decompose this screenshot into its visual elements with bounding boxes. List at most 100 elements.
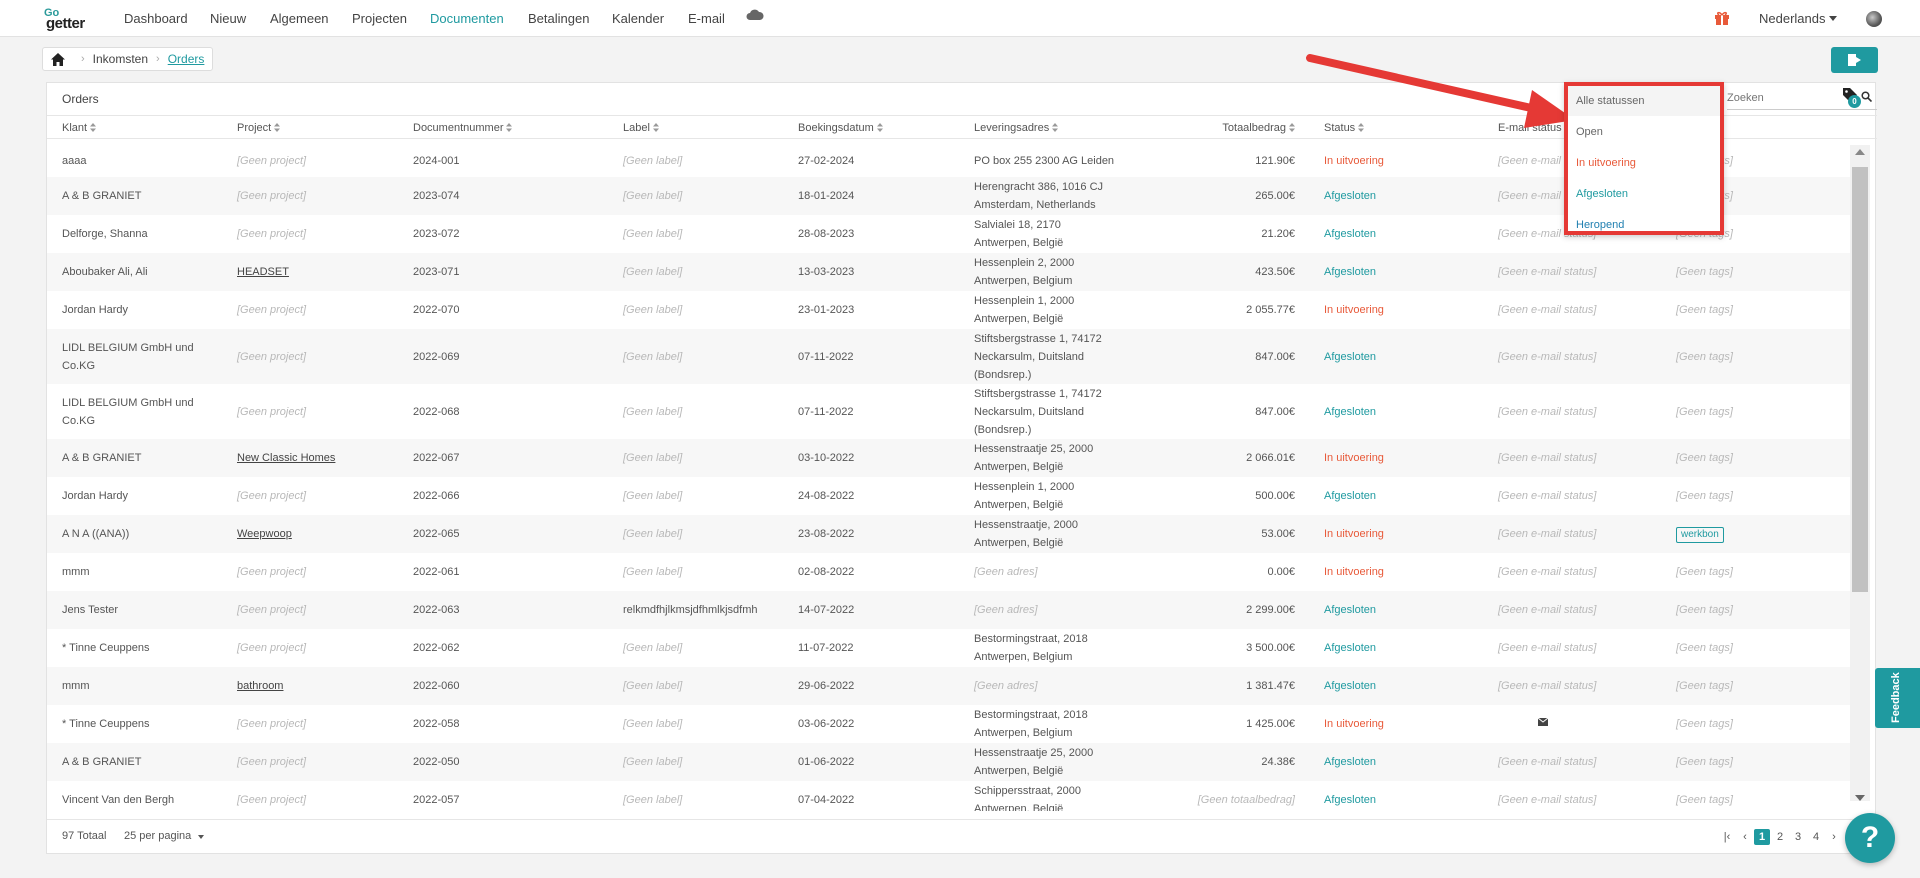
cell-documentnummer: 2024-001: [413, 155, 460, 167]
cell-boekingsdatum: 13-03-2023: [798, 266, 855, 278]
status-option-all[interactable]: Alle statussen: [1568, 86, 1720, 116]
table-row[interactable]: A N A ((ANA)) Weepwoop 2022-065 [Geen label…: [47, 515, 1850, 553]
cell-totaalbedrag: 1 381.47€: [1246, 680, 1295, 692]
next-page-icon[interactable]: ›: [1826, 829, 1842, 845]
cell-status: Afgesloten: [1324, 794, 1376, 806]
breadcrumb-inkomsten[interactable]: Inkomsten: [93, 52, 148, 66]
cell-totaalbedrag: 847.00€: [1255, 405, 1295, 418]
table-row[interactable]: LIDL BELGIUM GmbH und Co.KG [Geen project]…: [47, 384, 1850, 439]
col-header-label[interactable]: Label: [623, 122, 659, 134]
total-count: 97 Totaal: [62, 830, 107, 842]
cell-totaalbedrag: 423.50€: [1255, 266, 1295, 278]
table-row[interactable]: Aboubaker Ali, Ali HEADSET 2023-071 [Geen l…: [47, 253, 1850, 291]
tag-badge-werkbon[interactable]: werkbon: [1676, 527, 1724, 543]
sort-icon[interactable]: [274, 123, 281, 132]
nav-email[interactable]: E-mail: [688, 11, 725, 26]
cell-boekingsdatum: 07-11-2022: [798, 350, 854, 363]
scrollbar-thumb[interactable]: [1852, 167, 1868, 592]
search-input[interactable]: [1727, 88, 1847, 108]
help-button[interactable]: ?: [1845, 813, 1895, 863]
col-header-documentnummer[interactable]: Documentnummer: [413, 122, 513, 134]
breadcrumb-orders[interactable]: Orders: [168, 52, 205, 66]
chevron-right-icon: ›: [156, 53, 160, 65]
gogetter-logo[interactable]: Go getter: [44, 7, 100, 32]
table-row[interactable]: LIDL BELGIUM GmbH und Co.KG [Geen project]…: [47, 329, 1850, 384]
language-selector[interactable]: Nederlands: [1759, 11, 1826, 26]
page-2[interactable]: 2: [1772, 829, 1788, 845]
cell-leveringsadres: Bestormingstraat, 2018 Antwerpen, Belgium: [974, 633, 1088, 663]
page-1[interactable]: 1: [1754, 829, 1770, 845]
per-page-selector[interactable]: 25 per pagina: [124, 830, 191, 842]
nav-projecten[interactable]: Projecten: [352, 11, 407, 26]
nav-nieuw[interactable]: Nieuw: [210, 11, 246, 26]
export-button[interactable]: [1831, 47, 1878, 73]
col-header-boekingsdatum[interactable]: Boekingsdatum: [798, 122, 883, 134]
table-row[interactable]: mmm bathroom 2022-060 [Geen label] 29-06-202…: [47, 667, 1850, 705]
table-row[interactable]: * Tinne Ceuppens [Geen project] 2022-058 [G…: [47, 705, 1850, 743]
cell-label: [Geen label]: [623, 304, 683, 316]
col-header-klant[interactable]: Klant: [62, 122, 97, 134]
page-4[interactable]: 4: [1808, 829, 1824, 845]
status-option-in-progress[interactable]: In uitvoering: [1568, 148, 1720, 178]
cell-label: [Geen label]: [623, 350, 683, 363]
cell-project[interactable]: HEADSET: [237, 263, 289, 281]
nav-documenten[interactable]: Documenten: [430, 11, 504, 26]
cell-leveringsadres: PO box 255 2300 AG Leiden: [974, 155, 1115, 167]
table-row[interactable]: Jens Tester [Geen project] 2022-063 relkmdf…: [47, 591, 1850, 629]
cell-klant: A & B GRANIET: [62, 190, 142, 202]
cell-email-status: [Geen e-mail status]: [1498, 604, 1597, 616]
sort-icon[interactable]: [652, 123, 659, 132]
sort-icon[interactable]: [506, 123, 513, 132]
table-row[interactable]: Jordan Hardy [Geen project] 2022-066 [Geen …: [47, 477, 1850, 515]
table-row[interactable]: A & B GRANIET New Classic Homes 2022-067 [G…: [47, 439, 1850, 477]
cloud-icon[interactable]: [746, 9, 764, 21]
cell-leveringsadres: Hessenstraatje 25, 2000 Antwerpen, België: [974, 747, 1094, 777]
chevron-down-icon[interactable]: [198, 835, 204, 839]
nav-kalender[interactable]: Kalender: [612, 11, 664, 26]
table-row[interactable]: Jordan Hardy [Geen project] 2022-070 [Geen …: [47, 291, 1850, 329]
sort-icon[interactable]: [1052, 123, 1059, 132]
cell-project: [Geen project]: [237, 304, 307, 316]
cell-project[interactable]: New Classic Homes: [237, 449, 335, 467]
scroll-up-icon[interactable]: [1855, 149, 1865, 155]
table-row[interactable]: mmm [Geen project] 2022-061 [Geen label] 02-…: [47, 553, 1850, 591]
cell-klant: * Tinne Ceuppens: [62, 642, 150, 654]
feedback-tab[interactable]: Feedback: [1875, 668, 1920, 728]
cell-project: [Geen project]: [237, 566, 307, 578]
col-header-totaalbedrag[interactable]: Totaalbedrag: [1222, 122, 1295, 134]
scrollbar[interactable]: [1850, 145, 1870, 801]
page-3[interactable]: 3: [1790, 829, 1806, 845]
sort-icon[interactable]: [90, 123, 97, 132]
user-avatar[interactable]: [1866, 11, 1882, 27]
cell-project[interactable]: Weepwoop: [237, 525, 292, 543]
cell-boekingsdatum: 02-08-2022: [798, 566, 855, 578]
search-icon[interactable]: [1861, 91, 1872, 102]
status-option-open[interactable]: Open: [1568, 117, 1720, 147]
nav-dashboard[interactable]: Dashboard: [124, 11, 188, 26]
gift-icon[interactable]: [1714, 10, 1730, 26]
table-row[interactable]: Vincent Van den Bergh [Geen project] 2022-…: [47, 781, 1850, 811]
chevron-down-icon[interactable]: [1829, 16, 1837, 21]
sort-icon[interactable]: [876, 123, 883, 132]
mail-icon[interactable]: [1538, 718, 1548, 726]
cell-project[interactable]: bathroom: [237, 677, 283, 695]
scroll-down-icon[interactable]: [1855, 795, 1865, 801]
nav-betalingen[interactable]: Betalingen: [528, 11, 589, 26]
first-page-icon[interactable]: |‹: [1719, 829, 1735, 845]
cell-documentnummer: 2022-065: [413, 528, 460, 540]
prev-page-icon[interactable]: ‹: [1737, 829, 1753, 845]
col-header-leveringsadres[interactable]: Leveringsadres: [974, 122, 1059, 134]
sort-icon[interactable]: [1289, 123, 1295, 132]
status-option-closed[interactable]: Afgesloten: [1568, 179, 1720, 209]
table-row[interactable]: * Tinne Ceuppens [Geen project] 2022-062 [G…: [47, 629, 1850, 667]
table-row[interactable]: A & B GRANIET [Geen project] 2022-050 [Geen…: [47, 743, 1850, 781]
cell-boekingsdatum: 28-08-2023: [798, 228, 855, 240]
cell-leveringsadres: Hessenplein 1, 2000 Antwerpen, België: [974, 295, 1075, 325]
cell-tags: [Geen tags]: [1676, 304, 1733, 316]
home-icon[interactable]: [51, 52, 65, 66]
cell-tags: [Geen tags]: [1676, 718, 1733, 730]
col-header-project[interactable]: Project: [237, 122, 281, 134]
nav-algemeen[interactable]: Algemeen: [270, 11, 329, 26]
cell-email-status: [Geen e-mail status]: [1498, 794, 1597, 806]
status-option-reopened[interactable]: Heropend: [1568, 210, 1720, 240]
